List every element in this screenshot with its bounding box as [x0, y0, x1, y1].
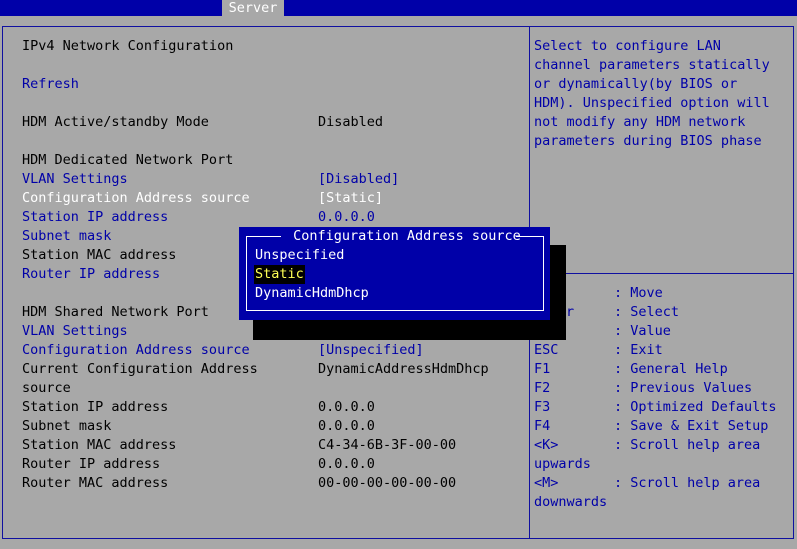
dedicated-port-heading: HDM Dedicated Network Port	[22, 152, 234, 168]
shared-current-source-value: DynamicAddressHdmDhcp	[318, 361, 489, 377]
dedicated-station-ip[interactable]: Station IP address	[22, 208, 168, 227]
key-name: F3	[534, 399, 551, 415]
dedicated-station-ip-value[interactable]: 0.0.0.0	[318, 208, 375, 227]
popup-option-unspecified[interactable]: Unspecified	[254, 246, 345, 265]
shared-station-ip-label: Station IP address	[22, 399, 169, 415]
key-name: upwards	[534, 456, 591, 472]
shared-subnet-mask-value: 0.0.0.0	[318, 418, 375, 434]
key-name: F2	[534, 380, 551, 396]
shared-router-mac-label: Router MAC address	[22, 475, 169, 491]
key-desc: : Save & Exit Setup	[614, 418, 769, 434]
dedicated-router-ip[interactable]: Router IP address	[22, 265, 160, 284]
standby-mode-label: HDM Active/standby Mode	[22, 114, 209, 130]
shared-address-source-value[interactable]: [Unspecified]	[318, 341, 424, 360]
popup-option-static[interactable]: Static	[254, 265, 305, 284]
tab-server[interactable]: Server	[222, 0, 284, 16]
page-title: IPv4 Network Configuration	[22, 38, 234, 54]
refresh-item[interactable]: Refresh	[22, 75, 79, 94]
help-line: HDM). Unspecified option will	[534, 95, 770, 111]
popup-title: Configuration Address source	[285, 228, 529, 244]
dedicated-vlan-value[interactable]: [Disabled]	[318, 170, 399, 189]
key-desc: : Previous Values	[614, 380, 753, 396]
shared-port-heading: HDM Shared Network Port	[22, 304, 209, 320]
key-desc: : Optimized Defaults	[614, 399, 777, 415]
shared-router-mac-value: 00-00-00-00-00-00	[318, 475, 457, 491]
dedicated-vlan-settings[interactable]: VLAN Settings	[22, 170, 128, 189]
key-desc: : Scroll help area	[614, 437, 761, 453]
key-desc: : General Help	[614, 361, 728, 377]
key-desc: : Move	[614, 285, 663, 301]
key-name: r	[566, 304, 575, 320]
shared-station-mac-value: C4-34-6B-3F-00-00	[318, 437, 457, 453]
popup-border-top	[246, 236, 281, 237]
key-name: ESC	[534, 342, 559, 358]
standby-mode-value: Disabled	[318, 114, 384, 130]
key-name: F4	[534, 418, 551, 434]
shared-address-source[interactable]: Configuration Address source	[22, 341, 250, 360]
help-line: Select to configure LAN	[534, 38, 721, 54]
shared-current-source-label-2: source	[22, 380, 71, 396]
help-line: or dynamically(by BIOS or	[534, 76, 738, 92]
help-line: not modify any HDM network	[534, 114, 746, 130]
shared-router-ip-value: 0.0.0.0	[318, 456, 375, 472]
help-line: channel parameters statically	[534, 57, 770, 73]
divider-horizontal	[530, 273, 794, 274]
dedicated-address-source[interactable]: Configuration Address source	[22, 189, 250, 208]
shared-station-ip-value: 0.0.0.0	[318, 399, 375, 415]
shared-subnet-mask-label: Subnet mask	[22, 418, 112, 434]
key-desc: : Scroll help area	[614, 475, 761, 491]
dedicated-station-mac: Station MAC address	[22, 247, 177, 263]
shared-router-ip-label: Router IP address	[22, 456, 161, 472]
shared-vlan-settings[interactable]: VLAN Settings	[22, 322, 128, 341]
dedicated-address-source-value[interactable]: [Static]	[318, 189, 383, 208]
top-menu-bar	[0, 0, 797, 16]
key-desc: : Exit	[614, 342, 663, 358]
key-name: F1	[534, 361, 551, 377]
key-desc: : Value	[614, 323, 671, 339]
key-name: <M>	[534, 475, 559, 491]
address-source-popup: Configuration Address source Unspecified…	[239, 227, 550, 320]
key-desc: : Select	[614, 304, 680, 320]
dedicated-subnet-mask[interactable]: Subnet mask	[22, 227, 111, 246]
key-name: <K>	[534, 437, 559, 453]
shared-station-mac-label: Station MAC address	[22, 437, 177, 453]
help-line: parameters during BIOS phase	[534, 133, 762, 149]
key-name: downwards	[534, 494, 608, 510]
popup-option-dynamic[interactable]: DynamicHdmDhcp	[254, 284, 370, 303]
shared-current-source-label: Current Configuration Address	[22, 361, 258, 377]
